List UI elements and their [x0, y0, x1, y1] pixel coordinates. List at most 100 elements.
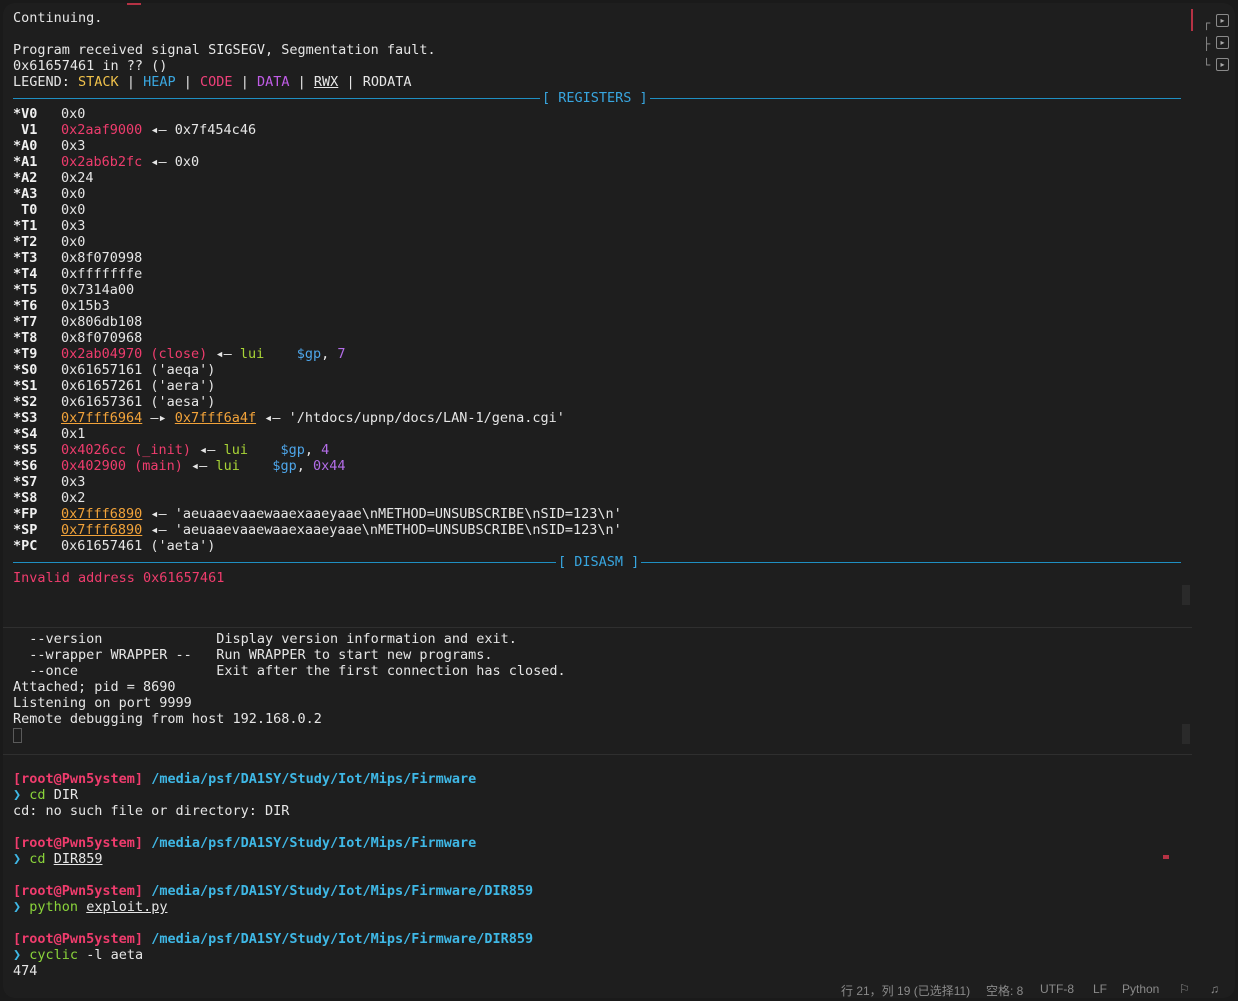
register-row: *T8 0x8f070968	[13, 330, 142, 346]
register-value	[264, 346, 297, 362]
register-name: *SP	[13, 522, 38, 538]
pane-scroll-indicator[interactable]	[1182, 585, 1190, 605]
shell-command: ❯ cd DIR859	[13, 851, 102, 867]
register-value: 7	[337, 346, 346, 362]
shell-prompt: [root@Pwn5ystem] /media/psf/DA1SY/Study/…	[13, 931, 533, 947]
prompt-chevron-icon: ❯	[13, 851, 22, 867]
legend-sep: |	[183, 74, 192, 90]
register-row: V1 0x2aaf9000 ◂— 0x7f454c46	[13, 122, 256, 138]
register-value: 0x0	[61, 106, 86, 122]
gdbserver-line: Attached; pid = 8690	[13, 679, 176, 695]
register-row: *A2 0x24	[13, 170, 94, 186]
register-value: ◂—	[182, 458, 216, 474]
indent-setting[interactable]: 空格: 8	[986, 982, 1023, 998]
register-row: *SP 0x7fff6890 ◂— 'aeuaaevaaewaaexaaeyaae…	[13, 522, 622, 538]
register-value: —▸	[142, 410, 175, 426]
register-row: T0 0x0	[13, 202, 85, 218]
register-row: *S3 0x7fff6964 —▸ 0x7fff6a4f ◂— '/htdocs/…	[13, 410, 565, 426]
register-value: 0x4026cc (_init)	[61, 442, 192, 458]
tree-mid-glyph: ├	[1203, 37, 1211, 51]
register-row: *FP 0x7fff6890 ◂— 'aeuaaevaaewaaexaaeyaae…	[13, 506, 622, 522]
register-row: *S5 0x4026cc (_init) ◂— lui $gp, 4	[13, 442, 329, 458]
register-value: ◂— 0x0	[142, 154, 200, 170]
gdb-pane[interactable]: Continuing. Program received signal SIGS…	[3, 3, 1192, 625]
register-name: *S1	[13, 378, 38, 394]
legend-rwx: RWX	[313, 74, 339, 90]
shell-command: ❯ cd DIR	[13, 787, 78, 803]
register-value: ,	[304, 442, 322, 458]
register-value: 0x3	[61, 138, 86, 154]
register-name: *T9	[13, 346, 38, 362]
register-row: *T5 0x7314a00	[13, 282, 134, 298]
cursor-position[interactable]: 行 21，列 19 (已选择11)	[841, 982, 970, 998]
register-value: 0x7fff6890	[61, 506, 143, 522]
register-name: *FP	[13, 506, 38, 522]
register-value: 0x2ab04970 (close)	[61, 346, 208, 362]
register-value: 0x8f070998	[61, 250, 143, 266]
register-value: 0x2aaf9000	[61, 122, 143, 138]
register-value: 0x15b3	[61, 298, 110, 314]
register-name: *V0	[13, 106, 38, 122]
register-value: 0x1	[61, 426, 86, 442]
shell-pane[interactable]: [root@Pwn5ystem] /media/psf/DA1SY/Study/…	[3, 754, 1192, 979]
cursor-caret	[13, 728, 22, 743]
register-row: *A3 0x0	[13, 186, 85, 202]
eol-setting[interactable]: LF	[1093, 982, 1107, 996]
register-value: ◂— 'aeuaaevaaewaaexaaeyaae\nMETHOD=UNSUB…	[142, 522, 622, 538]
register-value: 0x0	[61, 202, 86, 218]
split-middle-icon[interactable]: ▸	[1216, 36, 1229, 49]
register-name: *A2	[13, 170, 38, 186]
register-value: 0x2	[61, 490, 86, 506]
command-output: 474	[13, 963, 38, 979]
registers-header: [ REGISTERS ]	[540, 90, 650, 106]
register-row: *S7 0x3	[13, 474, 85, 490]
register-value: 0x7fff6964	[61, 410, 143, 426]
command-argument: -l aeta	[86, 947, 144, 963]
register-name: *S4	[13, 426, 38, 442]
command-argument: DIR859	[53, 851, 103, 867]
feedback-icon[interactable]: ⚐	[1179, 982, 1190, 996]
register-value: lui	[223, 442, 248, 458]
register-row: *T4 0xfffffffe	[13, 266, 142, 282]
register-name: *T8	[13, 330, 38, 346]
register-value: lui	[215, 458, 240, 474]
prompt-path: /media/psf/DA1SY/Study/Iot/Mips/Firmware…	[151, 931, 534, 947]
register-name: T0	[13, 202, 38, 218]
terminal-window: Continuing. Program received signal SIGS…	[3, 3, 1235, 998]
register-row: *S6 0x402900 (main) ◂— lui $gp, 0x44	[13, 458, 346, 474]
encoding-setting[interactable]: UTF-8	[1040, 982, 1074, 996]
bell-icon[interactable]: ♫	[1210, 982, 1219, 996]
command-name: cyclic	[29, 947, 79, 963]
command-name: python	[29, 899, 79, 915]
register-name: *T3	[13, 250, 38, 266]
language-mode[interactable]: Python	[1122, 982, 1159, 996]
register-row: *T2 0x0	[13, 234, 85, 250]
register-value: ,	[296, 458, 313, 474]
register-row: *T6 0x15b3	[13, 298, 110, 314]
register-name: *T1	[13, 218, 38, 234]
shell-prompt: [root@Pwn5ystem] /media/psf/DA1SY/Study/…	[13, 835, 476, 851]
legend-rodata: RODATA	[362, 74, 412, 90]
status-bar: 行 21，列 19 (已选择11) 空格: 8 UTF-8 LF Python …	[3, 979, 1235, 998]
register-name: *S8	[13, 490, 38, 506]
invalid-address-message: Invalid address 0x61657461	[13, 570, 225, 586]
pane-scroll-indicator[interactable]	[1182, 724, 1190, 744]
shell-prompt: [root@Pwn5ystem] /media/psf/DA1SY/Study/…	[13, 883, 533, 899]
register-name: *A1	[13, 154, 38, 170]
register-row: *T1 0x3	[13, 218, 85, 234]
tree-top-glyph: ┌	[1203, 16, 1211, 30]
return-marker-icon	[1163, 855, 1169, 859]
split-top-icon[interactable]: ▸	[1216, 14, 1229, 27]
register-value: 0x8f070968	[61, 330, 143, 346]
gdbserver-line: --version Display version information an…	[13, 631, 517, 647]
gdbserver-pane[interactable]: --version Display version information an…	[3, 627, 1192, 754]
register-value: 0x3	[61, 218, 86, 234]
legend-sep: |	[240, 74, 249, 90]
register-name: *S0	[13, 362, 38, 378]
signal-message: Program received signal SIGSEGV, Segment…	[13, 42, 436, 58]
legend-code: CODE	[200, 74, 233, 90]
split-bottom-icon[interactable]: ▸	[1216, 58, 1229, 71]
fault-location: 0x61657461 in ?? ()	[13, 58, 168, 74]
register-value: ◂— '/htdocs/upnp/docs/LAN-1/gena.cgi'	[256, 410, 565, 426]
prompt-user: [root@Pwn5ystem]	[13, 771, 144, 787]
